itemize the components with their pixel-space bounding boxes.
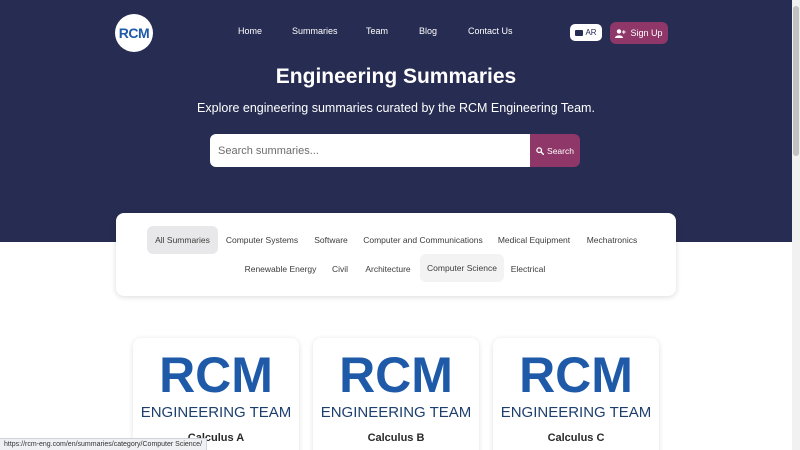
filter-architecture[interactable]: Architecture [362, 255, 414, 283]
page-scrollbar[interactable] [792, 0, 800, 450]
filter-electrical[interactable]: Electrical [508, 255, 548, 283]
svg-text:ENGINEERING TEAM: ENGINEERING TEAM [141, 404, 291, 420]
rcm-engineering-team-logo: RCM ENGINEERING TEAM [321, 347, 471, 420]
scrollbar-thumb[interactable] [793, 6, 799, 156]
nav-summaries[interactable]: Summaries [292, 26, 338, 36]
filter-computer-systems[interactable]: Computer Systems [224, 226, 300, 254]
search-icon [536, 146, 545, 155]
filter-all-summaries[interactable]: All Summaries [147, 226, 218, 254]
svg-text:ENGINEERING TEAM: ENGINEERING TEAM [321, 404, 471, 420]
search-button-label: Search [547, 145, 574, 156]
filter-medical-equipment[interactable]: Medical Equipment [495, 226, 573, 254]
user-plus-icon [615, 28, 627, 38]
filter-civil[interactable]: Civil [327, 255, 353, 283]
nav-contact-us[interactable]: Contact Us [468, 26, 513, 36]
summary-card[interactable]: RCM ENGINEERING TEAM Calculus B [313, 338, 479, 450]
search-input[interactable] [210, 134, 530, 167]
language-switch-button[interactable]: AR [570, 24, 602, 41]
sign-up-label: Sign Up [630, 28, 663, 38]
rcm-engineering-team-logo: RCM ENGINEERING TEAM [141, 347, 291, 420]
filter-computer-and-communications[interactable]: Computer and Communications [360, 226, 486, 254]
flag-icon [575, 29, 584, 36]
filter-computer-science[interactable]: Computer Science [420, 254, 504, 282]
rcm-engineering-team-logo: RCM ENGINEERING TEAM [501, 347, 651, 420]
category-filter-panel: All Summaries Computer Systems Software … [116, 213, 676, 296]
hero-section: RCM Home Summaries Team Blog Contact Us … [0, 0, 792, 242]
svg-text:RCM: RCM [339, 347, 453, 403]
site-logo[interactable]: RCM [115, 14, 153, 52]
search-button[interactable]: Search [530, 134, 580, 167]
nav-team[interactable]: Team [366, 26, 388, 36]
language-label: AR [585, 28, 597, 37]
svg-text:RCM: RCM [519, 347, 633, 403]
card-title[interactable]: Calculus B [313, 432, 479, 444]
filter-software[interactable]: Software [310, 226, 352, 254]
summary-card[interactable]: RCM ENGINEERING TEAM Calculus A [133, 338, 299, 450]
svg-text:ENGINEERING TEAM: ENGINEERING TEAM [501, 404, 651, 420]
svg-text:RCM: RCM [159, 347, 273, 403]
browser-status-url: https://rcm-eng.com/en/summaries/categor… [0, 438, 208, 450]
page-subtitle: Explore engineering summaries curated by… [197, 101, 595, 115]
page-title: Engineering Summaries [275, 65, 517, 88]
filter-mechatronics[interactable]: Mechatronics [583, 226, 641, 254]
filter-renewable-energy[interactable]: Renewable Energy [242, 255, 319, 283]
logo-text: RCM [118, 25, 150, 41]
summary-card[interactable]: RCM ENGINEERING TEAM Calculus C [493, 338, 659, 450]
nav-blog[interactable]: Blog [419, 26, 437, 36]
nav-home[interactable]: Home [238, 26, 262, 36]
card-title[interactable]: Calculus C [493, 432, 659, 444]
sign-up-button[interactable]: Sign Up [610, 22, 668, 44]
